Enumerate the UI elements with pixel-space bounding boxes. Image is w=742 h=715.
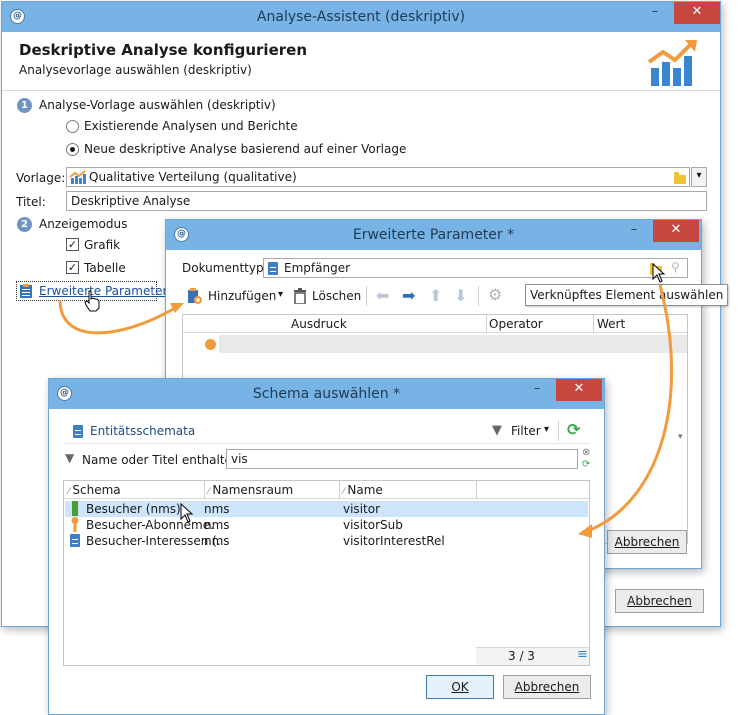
arrow-to-params bbox=[58, 299, 176, 335]
arrow-to-schema bbox=[589, 284, 674, 532]
arrow-to-schema-head bbox=[578, 524, 592, 538]
annotation-arrows bbox=[58, 284, 674, 538]
